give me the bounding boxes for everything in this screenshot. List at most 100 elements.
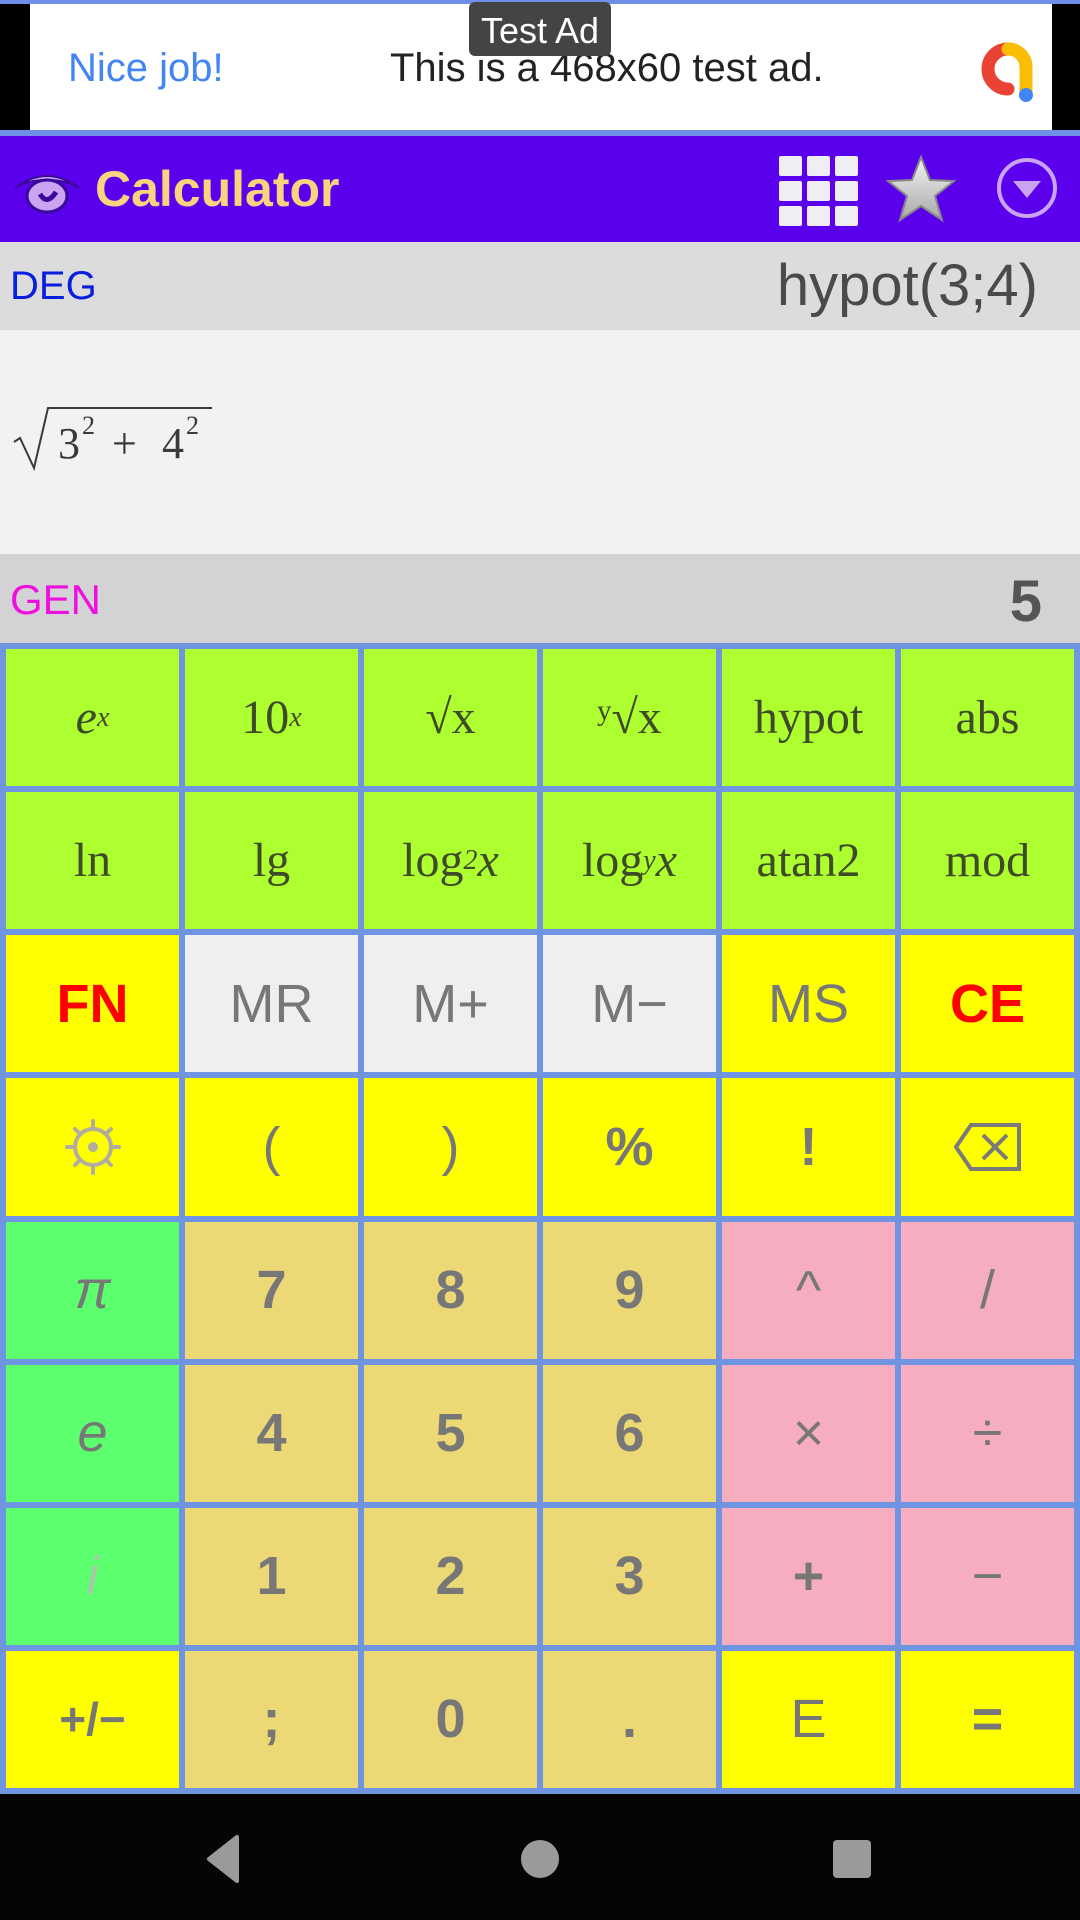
key-equals-label: = (971, 1689, 1004, 1750)
key-decimal[interactable]: . (543, 1650, 716, 1788)
key-close-paren-label: ) (441, 1116, 460, 1177)
key-plus[interactable]: + (722, 1507, 895, 1645)
key-pi[interactable]: π (6, 1221, 179, 1359)
back-icon[interactable] (195, 1829, 255, 1889)
key-m-minus-label: M− (591, 973, 668, 1034)
key-percent[interactable]: % (543, 1078, 716, 1216)
key-1[interactable]: 1 (185, 1507, 358, 1645)
key-e-label: e (77, 1403, 108, 1464)
key-8-label: 8 (435, 1260, 466, 1321)
key-5-label: 5 (435, 1403, 466, 1464)
ad-banner[interactable]: Nice job! This is a 468x60 test ad. Test… (0, 0, 1080, 136)
key-power-label: ^ (795, 1260, 822, 1321)
key-2[interactable]: 2 (364, 1507, 537, 1645)
key-6[interactable]: 6 (543, 1364, 716, 1502)
key-hypot-label: hypot (753, 691, 864, 745)
keypad: ex 10 x √x ʸ√x hypot abs ln lg log 2 x log y… (0, 643, 1080, 1794)
recents-icon[interactable] (822, 1829, 882, 1889)
grid-icon[interactable] (777, 154, 859, 226)
key-7[interactable]: 7 (185, 1221, 358, 1359)
key-pi-label: π (74, 1260, 111, 1321)
key-slash[interactable]: / (901, 1221, 1074, 1359)
key-abs-label: abs (955, 691, 1020, 745)
key-logy-sub: y (643, 844, 656, 876)
key-multiply-label: × (792, 1403, 825, 1464)
svg-text:2: 2 (82, 411, 95, 440)
key-negate[interactable]: +/− (6, 1650, 179, 1788)
key-pow10-base: 10 (241, 691, 290, 745)
key-atan2[interactable]: atan2 (722, 792, 895, 930)
key-ms-label: MS (768, 973, 849, 1034)
key-3[interactable]: 3 (543, 1507, 716, 1645)
dropdown-menu-icon[interactable] (995, 156, 1059, 220)
key-settings[interactable] (6, 1078, 179, 1216)
key-semicolon[interactable]: ; (185, 1650, 358, 1788)
key-imaginary[interactable]: i (6, 1507, 179, 1645)
key-9[interactable]: 9 (543, 1221, 716, 1359)
key-fn[interactable]: FN (6, 935, 179, 1073)
key-5[interactable]: 5 (364, 1364, 537, 1502)
key-log2[interactable]: log 2 x (364, 792, 537, 930)
key-factorial-label: ! (799, 1116, 818, 1177)
svg-text:3: 3 (58, 419, 80, 468)
key-8[interactable]: 8 (364, 1221, 537, 1359)
key-exponent[interactable]: E (722, 1650, 895, 1788)
key-mod[interactable]: mod (901, 792, 1074, 930)
key-sqrt-label: √x (425, 691, 476, 745)
key-close-paren[interactable]: ) (364, 1078, 537, 1216)
key-log2-arg: x (477, 834, 499, 888)
key-6-label: 6 (614, 1403, 645, 1464)
key-pow10-sup: x (289, 701, 302, 733)
key-4-label: 4 (256, 1403, 287, 1464)
ad-logo-icon (981, 42, 1033, 102)
key-backspace[interactable] (901, 1078, 1074, 1216)
key-ms[interactable]: MS (722, 935, 895, 1073)
format-mode-toggle[interactable]: GEN (10, 576, 101, 624)
svg-text:+: + (112, 419, 137, 468)
key-multiply[interactable]: × (722, 1364, 895, 1502)
key-divide[interactable]: ÷ (901, 1364, 1074, 1502)
key-1-label: 1 (256, 1546, 287, 1607)
star-icon[interactable] (886, 154, 956, 224)
key-0[interactable]: 0 (364, 1650, 537, 1788)
key-3-label: 3 (614, 1546, 645, 1607)
key-4[interactable]: 4 (185, 1364, 358, 1502)
key-nth-root-label: ʸ√x (597, 691, 662, 745)
key-ln[interactable]: ln (6, 792, 179, 930)
key-exp[interactable]: ex (6, 649, 179, 787)
key-abs[interactable]: abs (901, 649, 1074, 787)
key-m-minus[interactable]: M− (543, 935, 716, 1073)
app-bar: Calculator (0, 136, 1080, 242)
key-ce[interactable]: CE (901, 935, 1074, 1073)
key-open-paren[interactable]: ( (185, 1078, 358, 1216)
angle-mode-toggle[interactable]: DEG (10, 264, 97, 309)
key-factorial[interactable]: ! (722, 1078, 895, 1216)
key-semicolon-label: ; (262, 1689, 281, 1750)
key-power[interactable]: ^ (722, 1221, 895, 1359)
result-value[interactable]: 5 (1010, 568, 1042, 635)
key-pow10[interactable]: 10 x (185, 649, 358, 787)
backspace-icon (953, 1122, 1021, 1171)
expression-text[interactable]: hypot(3;4) (777, 252, 1038, 319)
key-sqrt[interactable]: √x (364, 649, 537, 787)
key-logy[interactable]: log y x (543, 792, 716, 930)
key-exponent-label: E (790, 1689, 827, 1750)
key-nth-root[interactable]: ʸ√x (543, 649, 716, 787)
ad-headline[interactable]: Nice job! (68, 46, 224, 91)
eye-icon[interactable] (12, 166, 82, 216)
key-lg[interactable]: lg (185, 792, 358, 930)
key-exp-sup: x (96, 701, 110, 733)
key-hypot[interactable]: hypot (722, 649, 895, 787)
home-icon[interactable] (510, 1829, 570, 1889)
key-m-plus[interactable]: M+ (364, 935, 537, 1073)
key-e[interactable]: e (6, 1364, 179, 1502)
result-bar: GEN 5 (0, 554, 1080, 643)
key-mr[interactable]: MR (185, 935, 358, 1073)
key-equals[interactable]: = (901, 1650, 1074, 1788)
key-percent-label: % (605, 1116, 654, 1177)
key-mr-label: MR (229, 973, 314, 1034)
key-0-label: 0 (435, 1689, 466, 1750)
app-title: Calculator (95, 161, 340, 217)
key-logy-arg: x (655, 834, 678, 888)
key-minus[interactable]: − (901, 1507, 1074, 1645)
